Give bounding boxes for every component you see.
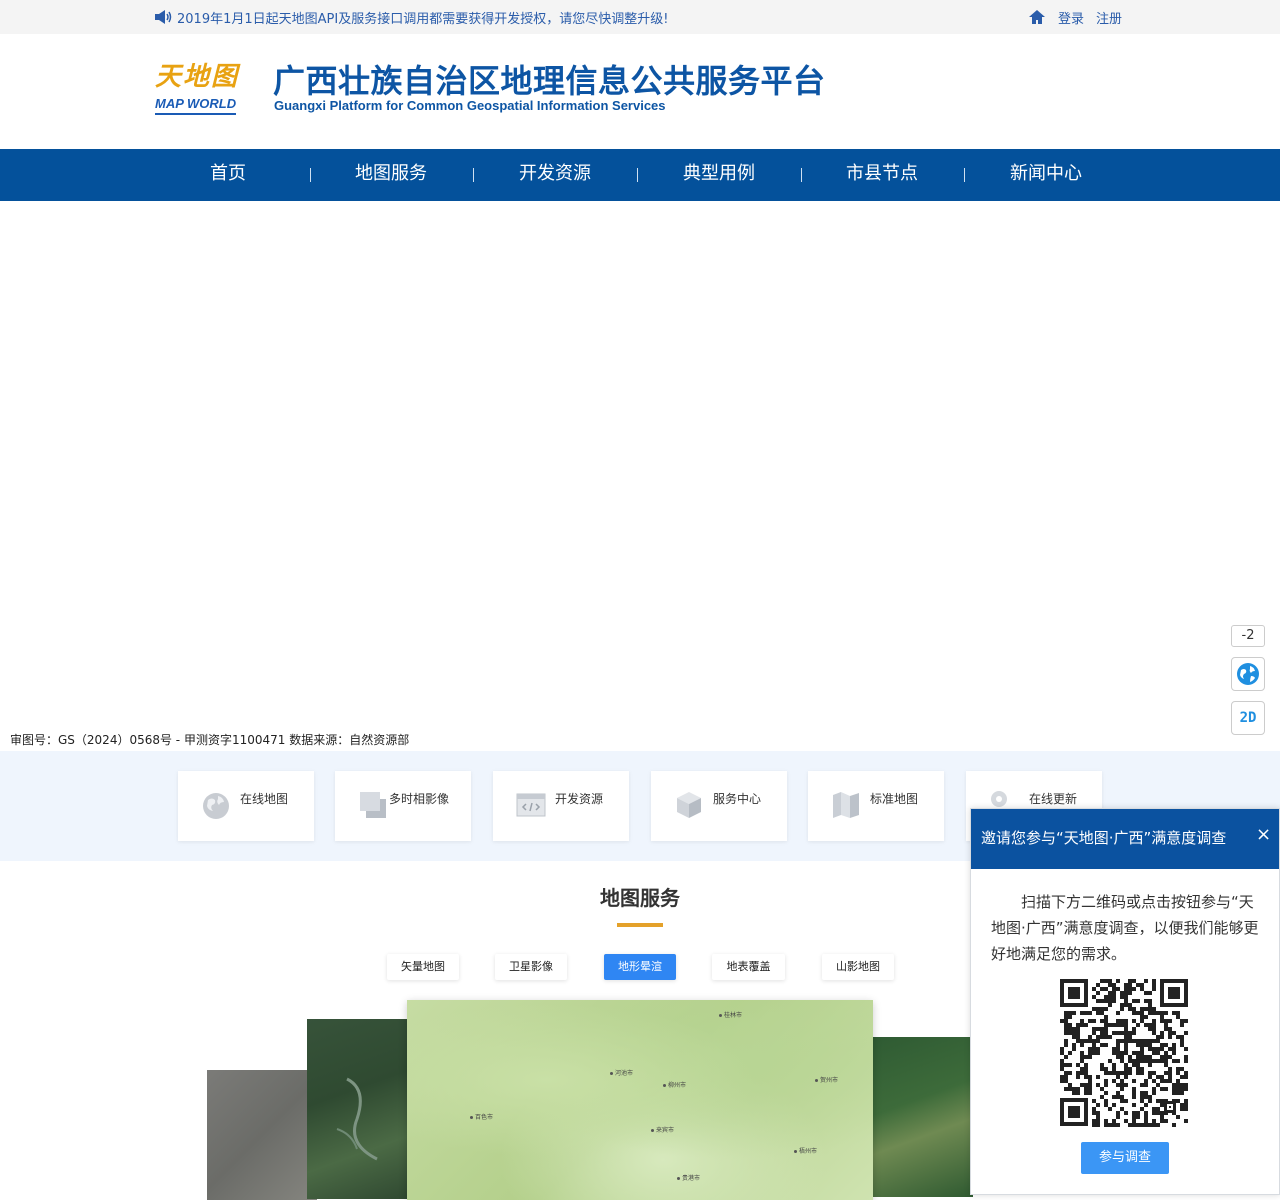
globe-icon (1237, 663, 1259, 685)
map-canvas[interactable]: 审图号：GS（2024）0568号 - 甲测资字1100471 数据来源：自然资… (0, 201, 1280, 751)
nav-separator (801, 168, 802, 182)
map-preview-satellite[interactable] (307, 1019, 417, 1199)
nav-separator (964, 168, 965, 182)
quick-link-multi-temporal[interactable]: 多时相影像 (335, 771, 471, 841)
quick-link-label: 在线地图 (240, 792, 289, 806)
map-credit: 审图号：GS（2024）0568号 - 甲测资字1100471 数据来源：自然资… (10, 733, 410, 747)
tab-terrain[interactable]: 地形晕渲 (604, 954, 676, 980)
tab-hillshade[interactable]: 山影地图 (822, 954, 894, 980)
tab-vector-map[interactable]: 矢量地图 (387, 954, 459, 980)
map-city-label: 百色市 (470, 1112, 493, 1121)
layers-icon (360, 792, 386, 818)
map-city-label: 柳州市 (663, 1080, 686, 1089)
quick-link-online-map[interactable]: 在线地图 (178, 771, 314, 841)
nav-item-map-service[interactable]: 地图服务 (331, 149, 451, 201)
river-shape (336, 1077, 378, 1161)
tab-land-cover[interactable]: 地表覆盖 (712, 954, 785, 980)
survey-popup-body: 扫描下方二维码或点击按钮参与“天地图·广西”满意度调查，以便我们能够更好地满足您… (991, 893, 1259, 963)
home-icon[interactable] (1028, 9, 1046, 25)
map-preview-land-cover[interactable] (873, 1037, 973, 1197)
quick-link-label: 开发资源 (555, 792, 604, 806)
quick-link-label: 多时相影像 (389, 792, 450, 806)
megaphone-icon (155, 10, 172, 24)
quick-link-label: 标准地图 (870, 792, 919, 806)
register-link[interactable]: 注册 (1096, 8, 1122, 27)
quick-link-standard-map[interactable]: 标准地图 (808, 771, 944, 841)
section-title-underline (617, 923, 663, 927)
folded-map-icon (833, 792, 859, 818)
join-survey-button[interactable]: 参与调查 (1081, 1142, 1169, 1174)
survey-popup: 邀请您参与“天地图·广西”满意度调查 × 扫描下方二维码或点击按钮参与“天地图·… (970, 808, 1280, 1195)
quick-link-service-center[interactable]: 服务中心 (651, 771, 787, 841)
map-preview-vector[interactable] (207, 1070, 317, 1200)
notice-text[interactable]: 2019年1月1日起天地图API及服务接口调用都需要获得开发授权，请您尽快调整升… (177, 8, 668, 27)
quick-link-label: 在线更新 (1029, 792, 1078, 806)
notice: 2019年1月1日起天地图API及服务接口调用都需要获得开发授权，请您尽快调整升… (154, 0, 668, 34)
login-link[interactable]: 登录 (1058, 8, 1084, 27)
quick-link-label: 服务中心 (713, 792, 762, 806)
map-city-label: 桂林市 (719, 1010, 742, 1019)
site-subtitle: Guangxi Platform for Common Geospatial I… (274, 98, 666, 113)
cube-icon (677, 792, 701, 818)
close-icon[interactable]: × (1256, 824, 1271, 845)
globe-icon (203, 793, 229, 819)
nav-separator (473, 168, 474, 182)
map-city-label: 来宾市 (651, 1125, 674, 1134)
map-city-label: 贺州市 (815, 1075, 838, 1084)
tab-satellite[interactable]: 卫星影像 (495, 954, 567, 980)
map-city-label: 河池市 (610, 1068, 633, 1077)
map-preview-terrain[interactable]: 桂林市 河池市 柳州市 贺州市 百色市 来宾市 梧州市 贵港市 (407, 1000, 873, 1200)
map-city-label: 梧州市 (794, 1146, 817, 1155)
survey-popup-header: 邀请您参与“天地图·广西”满意度调查 × (971, 809, 1279, 869)
nav-item-city-nodes[interactable]: 市县节点 (822, 149, 942, 201)
map-city-label: 贵港市 (677, 1173, 700, 1182)
quick-link-dev-resources[interactable]: 开发资源 (493, 771, 629, 841)
nav-separator (310, 168, 311, 182)
2d-toggle-button[interactable]: 2D (1231, 701, 1265, 735)
survey-popup-title: 邀请您参与“天地图·广西”满意度调查 (981, 829, 1227, 847)
site-title: 广西壮族自治区地理信息公共服务平台 (273, 62, 826, 100)
top-notice-bar: 2019年1月1日起天地图API及服务接口调用都需要获得开发授权，请您尽快调整升… (0, 0, 1280, 34)
qr-code (1060, 979, 1188, 1127)
nav-item-use-cases[interactable]: 典型用例 (659, 149, 779, 201)
logo-en-text: MAP WORLD (155, 96, 237, 115)
code-window-icon (516, 793, 546, 817)
nav-item-news[interactable]: 新闻中心 (986, 149, 1106, 201)
globe-toggle[interactable] (1231, 657, 1265, 691)
site-header: 天地图 MAP WORLD 广西壮族自治区地理信息公共服务平台 Guangxi … (0, 34, 1280, 149)
2d-label: 2D (1239, 710, 1257, 726)
account-links: 登录 注册 (1028, 0, 1134, 34)
nav-separator (637, 168, 638, 182)
zoom-level-indicator: -2 (1231, 625, 1265, 647)
map-world-logo[interactable]: 天地图 MAP WORLD (155, 62, 250, 118)
nav-item-home[interactable]: 首页 (168, 149, 288, 201)
main-nav: 首页 地图服务 开发资源 典型用例 市县节点 新闻中心 (0, 149, 1280, 201)
nav-item-dev-resources[interactable]: 开发资源 (495, 149, 615, 201)
logo-cn-text: 天地图 (155, 62, 240, 92)
